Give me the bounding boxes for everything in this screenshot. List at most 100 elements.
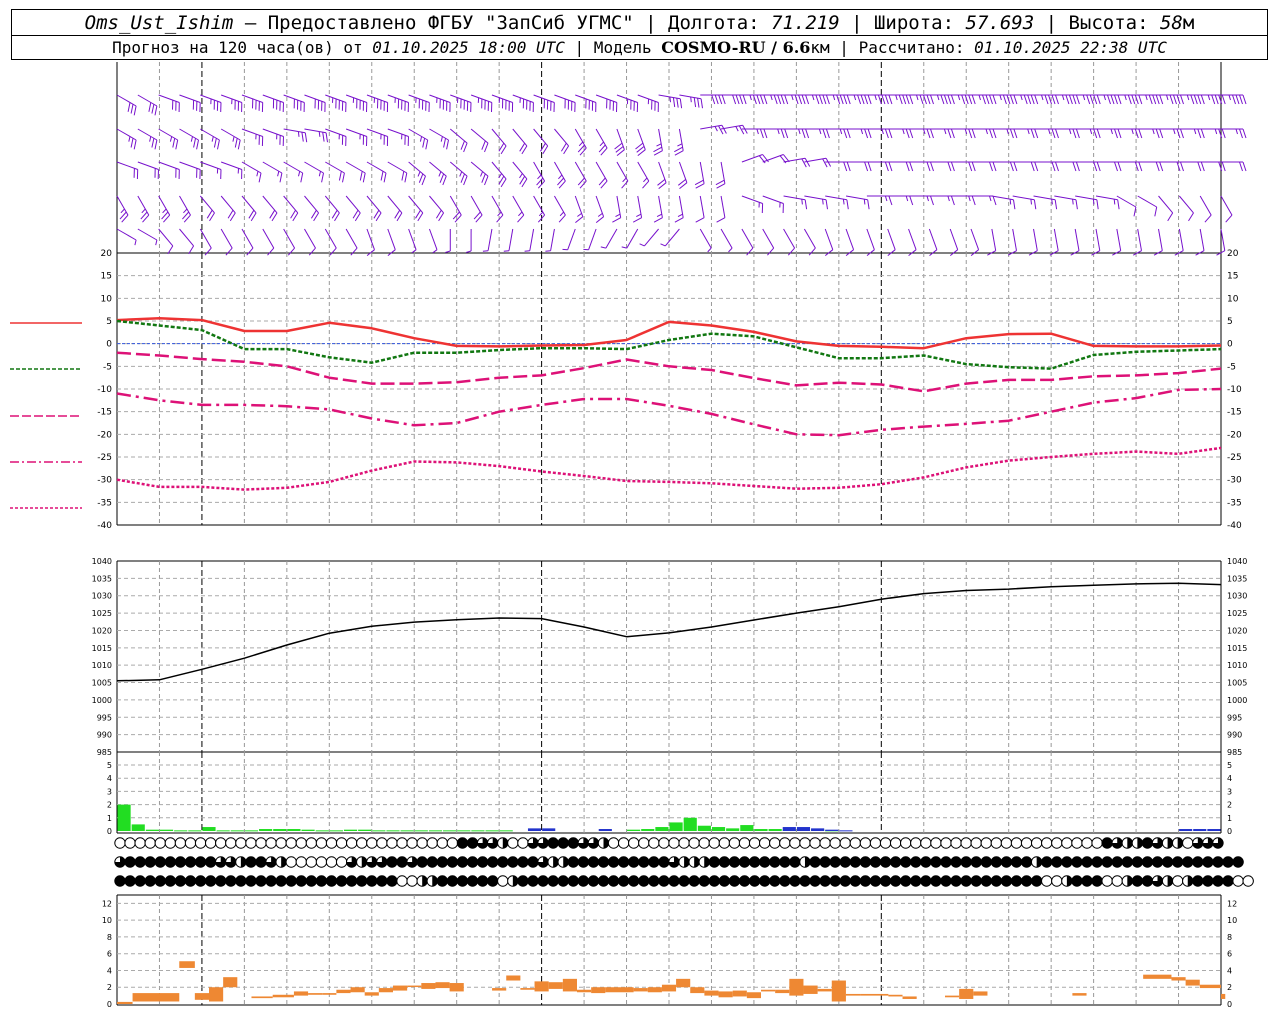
barb-full — [1176, 94, 1181, 105]
barb-half — [1131, 128, 1134, 135]
cloud-cover-icon — [356, 856, 368, 868]
barb-full — [1131, 94, 1136, 105]
barb-full — [825, 128, 830, 139]
wind-barb — [524, 228, 535, 252]
barb-full — [1075, 161, 1080, 172]
barb-full — [801, 128, 806, 139]
barb-full — [418, 173, 424, 183]
barb-full — [808, 247, 816, 256]
barb-full — [1096, 128, 1101, 139]
cloud-full — [1202, 875, 1214, 887]
cloud-cover-icon — [1111, 856, 1123, 868]
cloud-cover-icon — [466, 837, 479, 849]
wind-barb — [283, 161, 304, 183]
barb-half — [155, 239, 158, 246]
cloud-full — [1151, 856, 1164, 868]
barb-staff — [699, 228, 712, 249]
cloud-full — [920, 875, 932, 887]
barb-staff — [720, 228, 733, 249]
wind-barb — [408, 94, 430, 113]
cloud-cover-icon — [748, 856, 761, 868]
cloud-outline — [638, 837, 650, 849]
cloud-cover-icon — [537, 875, 549, 887]
barb-half — [1072, 199, 1074, 205]
barb-full — [926, 128, 931, 139]
cloud-cover-icon — [849, 875, 862, 887]
wind-barb — [1070, 228, 1080, 256]
cloud-outline — [1071, 837, 1083, 849]
cloud-full — [174, 875, 187, 887]
barb-full — [674, 150, 684, 156]
barb-full — [322, 132, 325, 142]
cloud-outline — [517, 837, 529, 849]
cloud-outline — [748, 837, 761, 849]
barb-half — [599, 141, 604, 147]
cloud-full — [899, 875, 912, 887]
cloud-cover-icon — [859, 837, 872, 849]
wind-barb — [1075, 195, 1099, 210]
barb-full — [815, 94, 820, 105]
barb-half — [518, 211, 523, 217]
press-ytick-right: 1015 — [1227, 644, 1247, 653]
cloud-full — [990, 875, 1003, 887]
barb-staff — [179, 228, 194, 247]
barb-half — [842, 199, 845, 205]
cloud-outline — [497, 875, 509, 887]
wind-barb — [470, 94, 493, 113]
wind-barb — [465, 228, 472, 253]
cloud-outline — [990, 837, 1003, 849]
cloud-cover-icon — [628, 875, 640, 887]
barb-half — [677, 143, 683, 147]
cloud-cover-icon — [1202, 875, 1214, 887]
barb-full — [481, 140, 486, 150]
cloud-cover-icon — [194, 875, 207, 887]
cloud-cover-icon — [758, 875, 771, 887]
conv-cloud-bar — [860, 993, 889, 996]
barb-staff — [487, 228, 493, 251]
cloud-cover-icon — [899, 856, 912, 868]
cloud-cover-icon — [456, 856, 469, 868]
cloud-full — [215, 875, 227, 887]
cloud-outline — [305, 837, 318, 849]
barb-staff — [304, 228, 316, 249]
cloud-full — [718, 875, 731, 887]
cloud-full — [567, 856, 579, 868]
barb-half — [1020, 94, 1023, 101]
cloud-cover-icon — [114, 837, 126, 849]
barb-full — [1093, 128, 1098, 139]
barb-full — [133, 139, 137, 150]
wind-barb — [554, 195, 566, 223]
cloud-full — [567, 837, 579, 849]
cloud-cover-icon — [466, 856, 479, 868]
wind-barb — [845, 195, 870, 210]
conv-cloud-bar — [322, 993, 337, 995]
cloud-outline — [628, 837, 640, 849]
cloud-cover-icon — [164, 837, 177, 849]
barb-full — [759, 128, 764, 139]
cloud-cover-icon — [154, 875, 166, 887]
barb-full — [1180, 161, 1184, 172]
barb-full — [804, 199, 808, 210]
cloud-outline — [436, 837, 449, 849]
barb-staff — [1137, 228, 1142, 251]
cloud-cover-icon — [1091, 875, 1103, 887]
temp-ytick-left: 5 — [106, 317, 112, 327]
barb-half — [545, 250, 551, 252]
cloud-full — [789, 856, 801, 868]
cloud-cover-icon — [1041, 856, 1053, 868]
wind-barb — [1091, 228, 1101, 256]
cloud-cover-icon — [597, 837, 610, 849]
cloud-cover-icon — [134, 875, 146, 887]
cloud-cover-icon — [295, 875, 308, 887]
temp-ytick-right: -35 — [1227, 498, 1242, 508]
cloud-outline — [1182, 837, 1194, 849]
barb-full — [759, 94, 764, 105]
temp-ytick-right: 20 — [1227, 249, 1239, 259]
barb-half — [735, 126, 739, 132]
cloud-full — [124, 856, 136, 868]
wind-barb — [241, 228, 254, 256]
barb-full — [1051, 128, 1056, 139]
conv-cloud-bar — [407, 985, 422, 988]
cloud-cover-icon — [1071, 856, 1083, 868]
conv-ytick-left: 10 — [102, 916, 112, 925]
